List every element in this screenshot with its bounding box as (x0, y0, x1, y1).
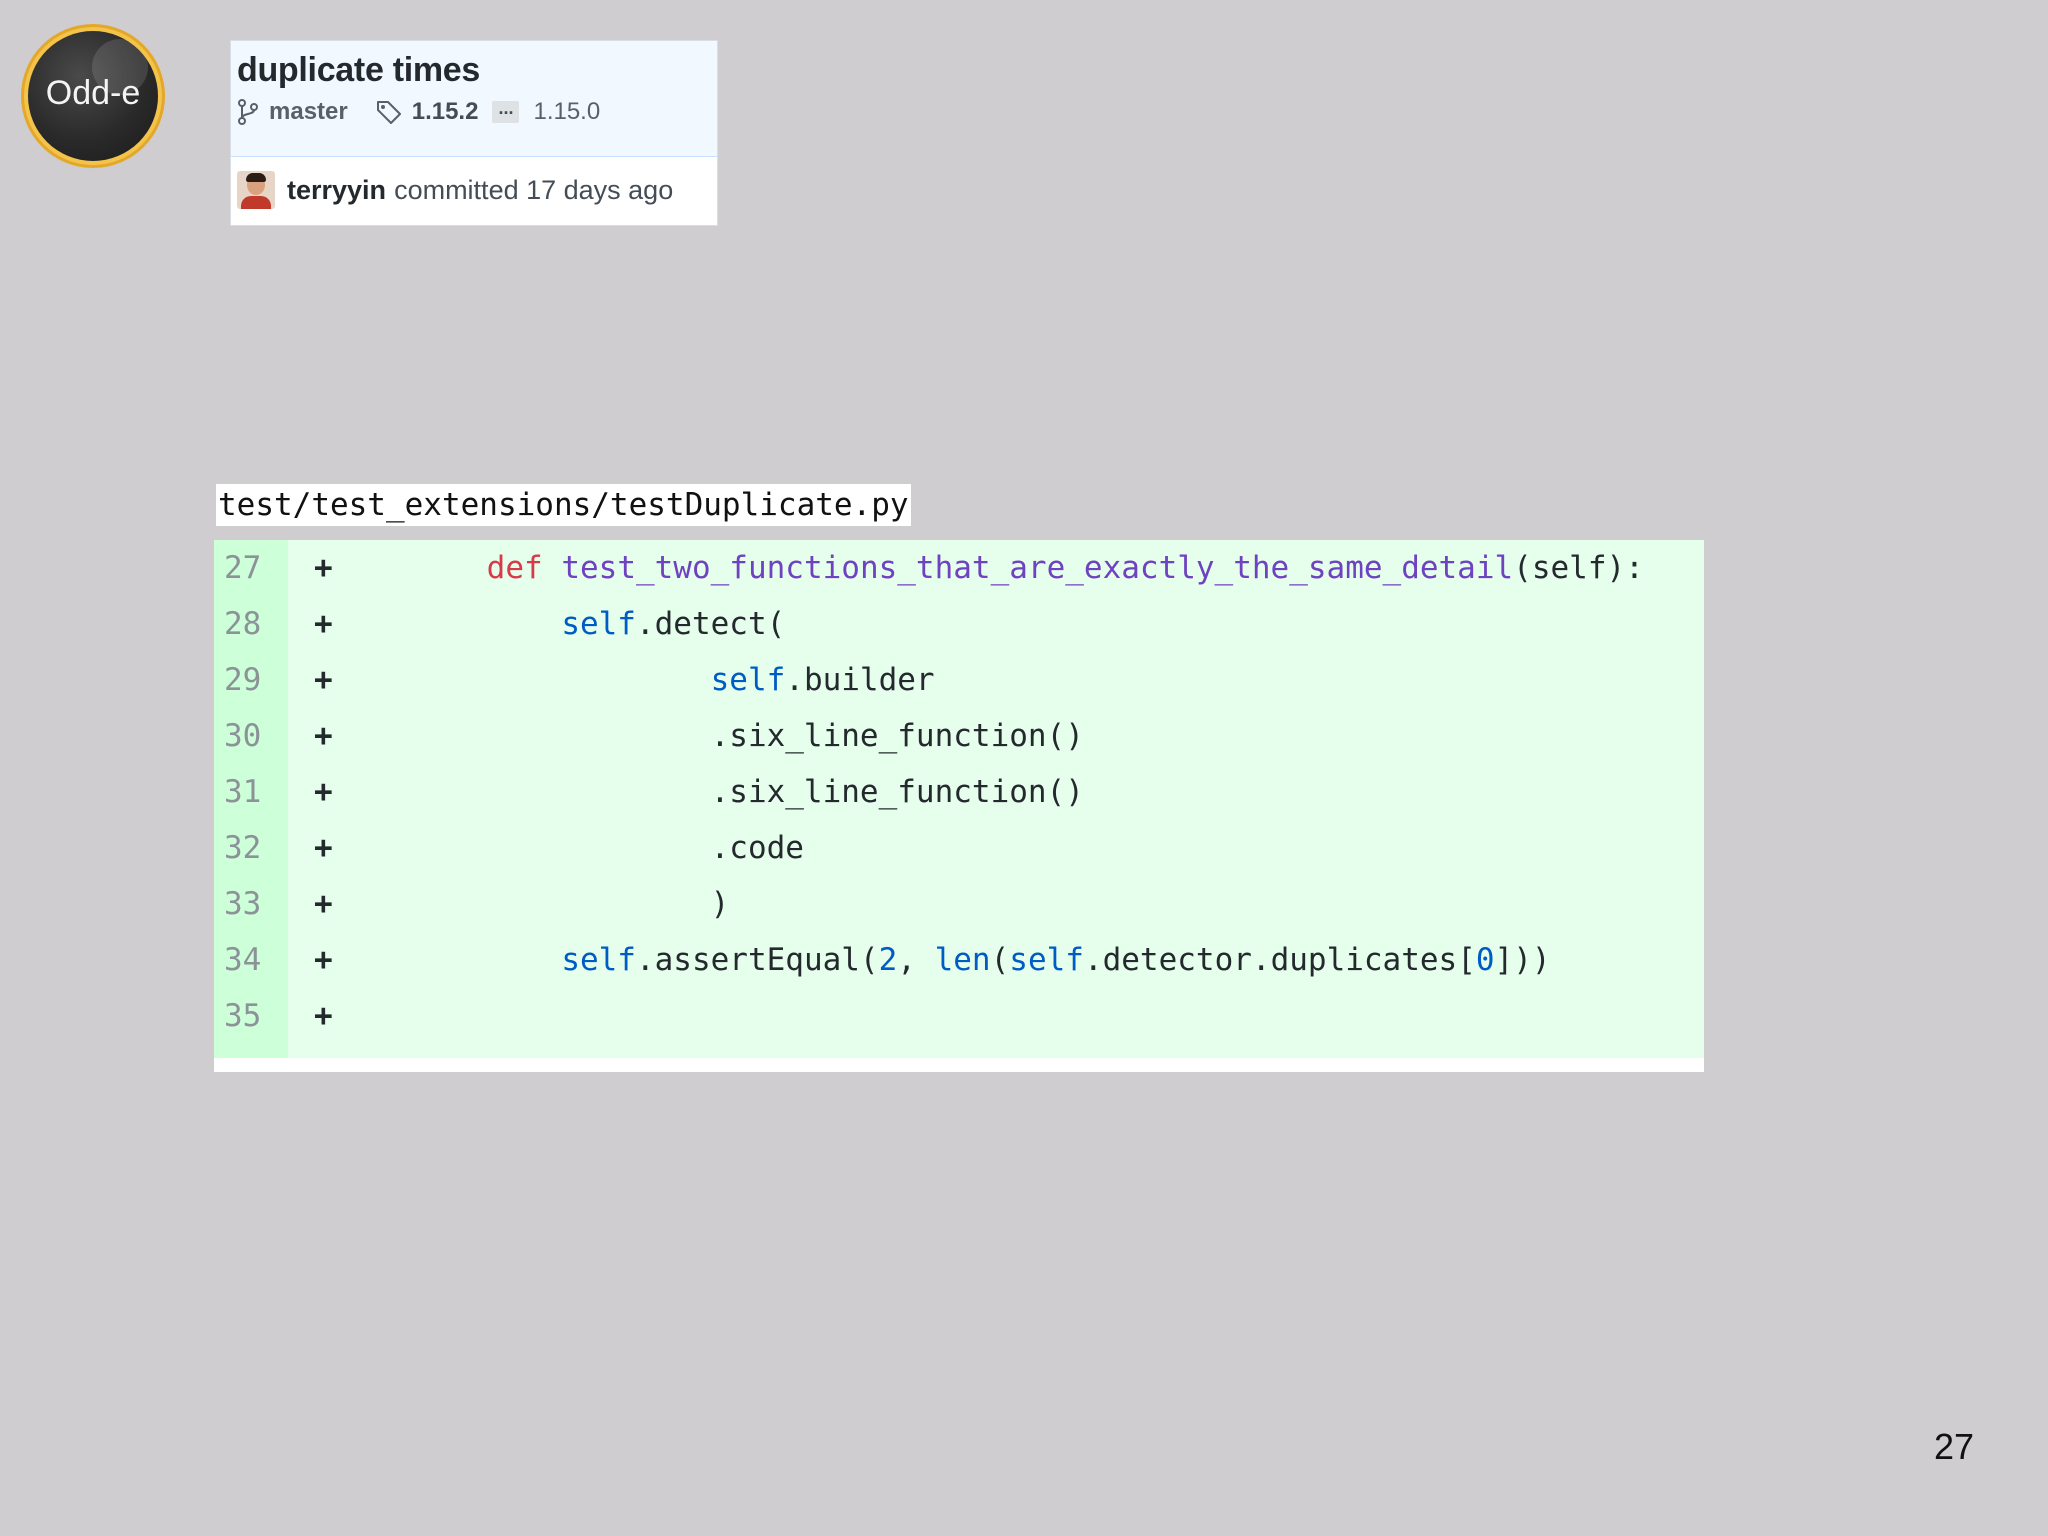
line-number[interactable]: 30 (224, 708, 278, 764)
commit-time: committed 17 days ago (394, 174, 674, 205)
code-text: self.builder (710, 662, 935, 698)
commit-card: duplicate times master 1.15.2 ... 1.15.0… (230, 40, 718, 226)
diff-line: 34 + self.assertEqual(2, len(self.detect… (214, 932, 1704, 988)
odd-e-logo: Odd-e (28, 31, 158, 161)
line-number[interactable]: 35 (224, 988, 278, 1044)
added-marker: + (314, 606, 333, 642)
diff-line: 32 + .code (214, 820, 1704, 876)
author-name[interactable]: terryyin (287, 175, 386, 206)
commit-title[interactable]: duplicate times (237, 41, 711, 90)
added-marker: + (314, 550, 333, 586)
added-marker: + (314, 662, 333, 698)
line-number[interactable]: 32 (224, 820, 278, 876)
diff-block: 27 + def test_two_functions_that_are_exa… (214, 540, 1704, 1072)
diff-line: 33 + ) (214, 876, 1704, 932)
tags-ellipsis-button[interactable]: ... (492, 99, 520, 123)
code-text: self.assertEqual(2, len(self.detector.du… (561, 942, 1551, 978)
function-name: test_two_functions_that_are_exactly_the_… (561, 550, 1514, 586)
commit-refs: master 1.15.2 ... 1.15.0 (237, 98, 711, 126)
avatar[interactable] (237, 171, 275, 209)
line-number[interactable]: 28 (224, 596, 278, 652)
line-number[interactable]: 33 (224, 876, 278, 932)
diff-line: 27 + def test_two_functions_that_are_exa… (214, 540, 1704, 596)
branch-name[interactable]: master (269, 98, 348, 126)
code-text: ) (412, 886, 730, 922)
commit-header: duplicate times master 1.15.2 ... 1.15.0 (231, 41, 717, 157)
code-text: .six_line_function() (412, 774, 1084, 810)
diff-line: 31 + .six_line_function() (214, 764, 1704, 820)
diff-line: 30 + .six_line_function() (214, 708, 1704, 764)
tag-icon (376, 101, 401, 124)
code-text: def test_two_functions_that_are_exactly_… (486, 550, 1644, 586)
diff-line: 28 + self.detect( (214, 596, 1704, 652)
line-number[interactable]: 31 (224, 764, 278, 820)
tag-old[interactable]: 1.15.0 (533, 98, 600, 126)
file-path: test/test_extensions/testDuplicate.py (216, 484, 911, 526)
code-text: .code (412, 830, 804, 866)
page-number: 27 (1933, 1426, 1974, 1467)
code-text: .six_line_function() (412, 718, 1084, 754)
added-marker: + (314, 942, 333, 978)
diff-line: 29 + self.builder (214, 652, 1704, 708)
tag-current[interactable]: 1.15.2 (412, 98, 479, 126)
line-number[interactable]: 27 (224, 540, 278, 596)
branch-icon (238, 99, 258, 125)
added-marker: + (314, 774, 333, 810)
added-marker: + (314, 718, 333, 754)
commit-author-row: terryyin committed 17 days ago (231, 157, 717, 223)
diff-line: 35 + (214, 988, 1704, 1044)
line-number[interactable]: 34 (224, 932, 278, 988)
line-number[interactable]: 29 (224, 652, 278, 708)
keyword-def: def (486, 550, 543, 586)
added-marker: + (314, 830, 333, 866)
added-marker: + (314, 886, 333, 922)
code-text: self.detect( (561, 606, 786, 642)
logo-text: Odd-e (45, 73, 141, 112)
added-marker: + (314, 998, 333, 1034)
